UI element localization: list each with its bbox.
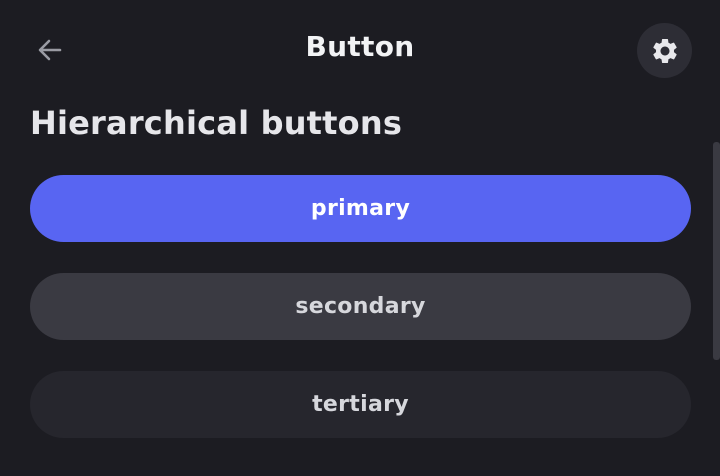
top-app-bar: Button [0, 0, 720, 100]
secondary-button[interactable]: secondary [30, 273, 691, 340]
secondary-button-label: secondary [295, 294, 426, 319]
primary-button-label: primary [310, 196, 411, 221]
tertiary-button-label: tertiary [312, 392, 409, 417]
scrollbar[interactable] [713, 142, 720, 360]
gear-icon [652, 38, 677, 63]
screen: Button Hierarchical buttons primary seco… [0, 0, 720, 476]
page-title: Button [305, 30, 415, 63]
settings-button[interactable] [637, 23, 692, 78]
section-heading: Hierarchical buttons [30, 104, 403, 142]
tertiary-button[interactable]: tertiary [30, 371, 691, 438]
primary-button[interactable]: primary [30, 175, 691, 242]
